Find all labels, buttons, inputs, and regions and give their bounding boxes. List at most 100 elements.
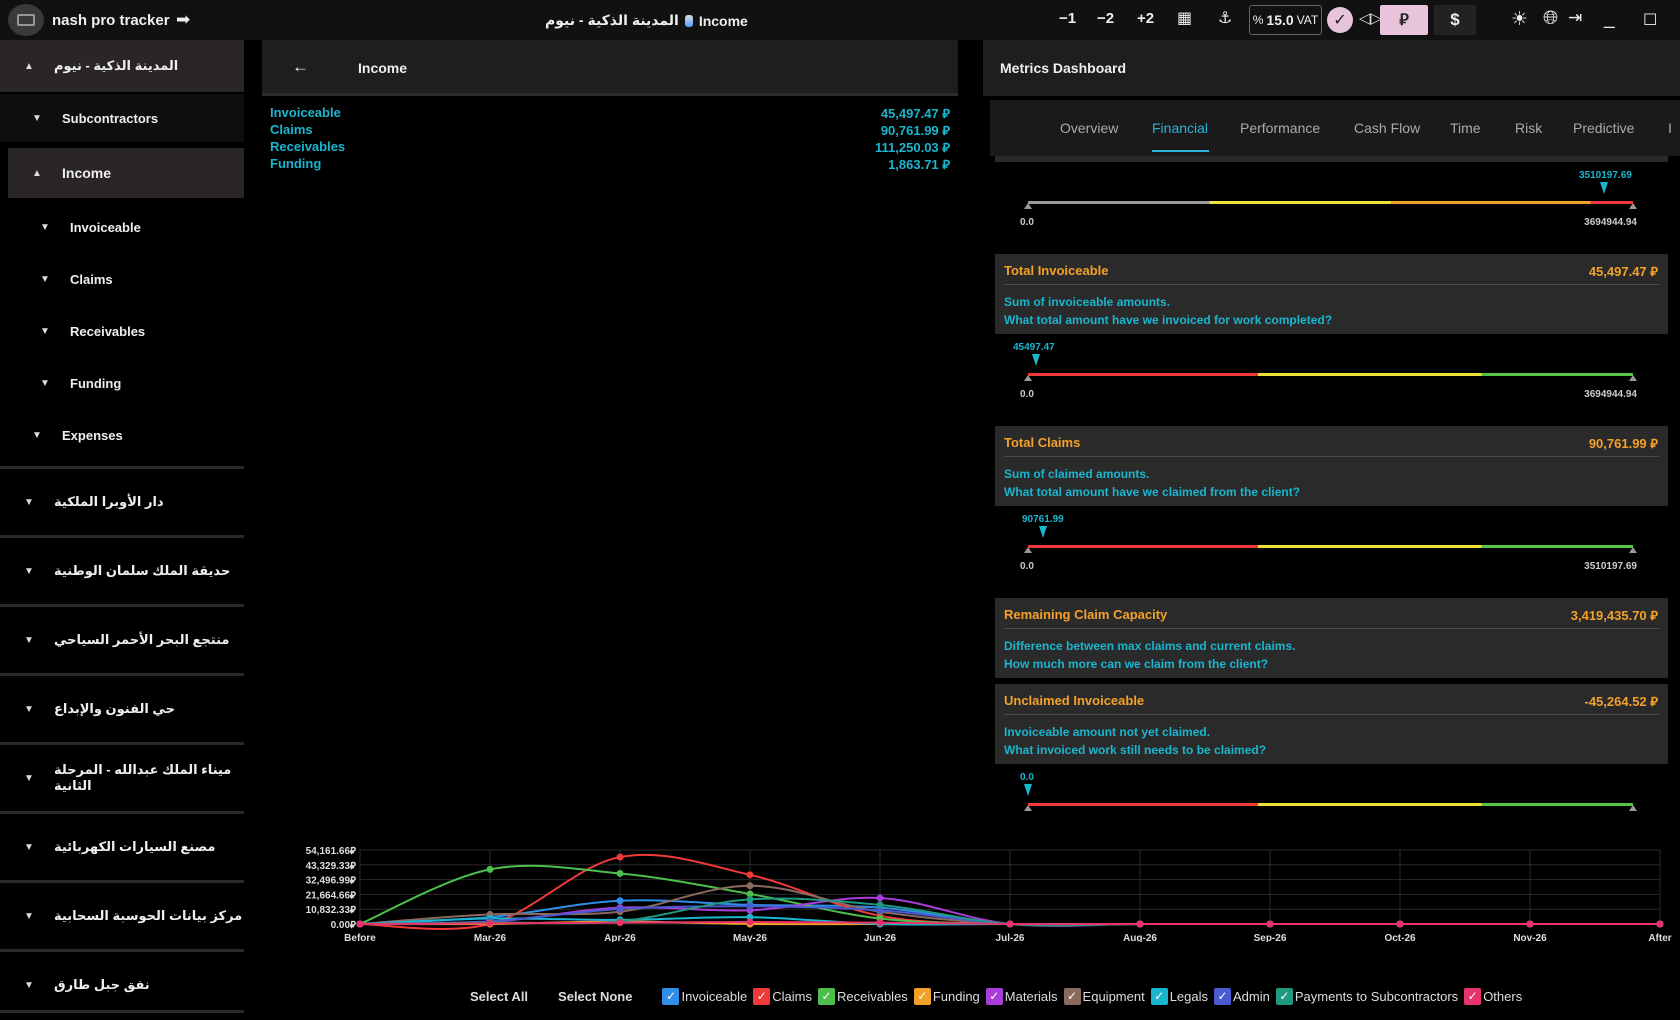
tab-financial[interactable]: Financial (1152, 120, 1208, 136)
metric-card-unclaimed-invoiceable[interactable]: Unclaimed Invoiceable -45,264.52 ⃁ Invoi… (995, 684, 1668, 764)
income-row[interactable]: Claims 90,761.99 ⃁ (270, 122, 950, 139)
back-arrow-icon[interactable]: ← (292, 57, 309, 77)
chart-point[interactable] (616, 853, 624, 861)
legend-checkbox[interactable]: ✓ (1464, 987, 1482, 1005)
language-globe-icon[interactable]: 🌐︎ (1543, 8, 1558, 30)
sidebar-item-funding[interactable]: ▼ Funding (0, 358, 244, 408)
chart-point[interactable] (746, 871, 754, 879)
chart-point[interactable] (1656, 920, 1664, 928)
chart-point[interactable] (1396, 920, 1404, 928)
currency-sar-button[interactable]: ⃁ (1380, 5, 1428, 35)
legend-checkbox[interactable]: ✓ (1150, 987, 1168, 1005)
chart-point[interactable] (876, 894, 884, 902)
chart-point[interactable] (876, 901, 884, 909)
income-row[interactable]: Funding 1,863.71 ⃁ (270, 156, 950, 173)
legend-item[interactable]: ✓ Others (1464, 987, 1522, 1005)
chart-point[interactable] (616, 869, 624, 877)
report-arrow-icon[interactable]: ➡ (176, 10, 190, 30)
tab-cash-flow[interactable]: Cash Flow (1354, 120, 1420, 136)
income-row[interactable]: Receivables 111,250.03 ⃁ (270, 139, 950, 156)
card-title: Unclaimed Invoiceable (1004, 693, 1145, 708)
check-icon[interactable]: ✓ (1327, 7, 1353, 33)
sidebar-item-invoiceable[interactable]: ▼ Invoiceable (0, 202, 244, 252)
chart-x-tick-label: Before (344, 933, 376, 942)
sidebar-item-claims[interactable]: ▼ Claims (0, 254, 244, 304)
legend-checkbox[interactable]: ✓ (1214, 987, 1232, 1005)
sidebar-item-label: Expenses (62, 427, 123, 443)
tab-more[interactable]: I (1668, 120, 1672, 136)
tab-risk[interactable]: Risk (1515, 120, 1542, 136)
chart-point[interactable] (1266, 920, 1274, 928)
legend-item[interactable]: ✓ Equipment (1063, 987, 1145, 1005)
sidebar-item-receivables[interactable]: ▼ Receivables (0, 306, 244, 356)
chart-point[interactable] (616, 897, 624, 905)
chart-point[interactable] (356, 920, 364, 928)
legend-item[interactable]: ✓ Invoiceable (662, 987, 747, 1005)
legend-item[interactable]: ✓ Receivables (817, 987, 908, 1005)
metric-card-remaining-claim-capacity[interactable]: Remaining Claim Capacity 3,419,435.70 ⃁ … (995, 598, 1668, 678)
sidebar-project[interactable]: ▼ مركز بيانات الحوسبة السحابية (0, 883, 244, 949)
plus2-button[interactable]: +2 (1137, 10, 1154, 27)
chart-point[interactable] (1006, 920, 1014, 928)
chart-point[interactable] (746, 895, 754, 903)
sidebar-active-project[interactable]: ▲ المدينة الذكية - نيوم (0, 40, 244, 92)
sidebar-project[interactable]: ▼ ميناء الملك عبدالله - المرحلة الثانية (0, 745, 244, 811)
flip-icon[interactable]: ◁▷ (1359, 9, 1382, 27)
sidebar-item-income[interactable]: ▲ Income (8, 148, 244, 198)
select-all-button[interactable]: Select All (470, 989, 528, 1004)
legend-item[interactable]: ✓ Funding (913, 987, 980, 1005)
tab-overview[interactable]: Overview (1060, 120, 1118, 136)
legend-checkbox[interactable]: ✓ (1063, 987, 1081, 1005)
legend-label: Equipment (1082, 988, 1145, 1004)
chart-point[interactable] (1526, 920, 1534, 928)
grid-icon[interactable]: ▦ (1177, 8, 1192, 28)
sidebar-project[interactable]: ▼ حديقة الملك سلمان الوطنية (0, 538, 244, 604)
legend-item[interactable]: ✓ Materials (985, 987, 1058, 1005)
sidebar-project[interactable]: ▼ دار الأوبرا الملكية (0, 469, 244, 535)
chart-point[interactable] (746, 918, 754, 926)
legend-checkbox[interactable]: ✓ (1275, 987, 1293, 1005)
legend-item[interactable]: ✓ Payments to Subcontractors (1275, 987, 1458, 1005)
legend-item[interactable]: ✓ Claims (753, 987, 812, 1005)
sidebar-project[interactable]: ▼ نفق جبل طارق (0, 952, 244, 1018)
sidebar-project[interactable]: ▼ مصنع السيارات الكهربائية (0, 814, 244, 880)
minus1-button[interactable]: −1 (1059, 10, 1076, 27)
sidebar-project[interactable]: ▼ منتجع البحر الأحمر السياحي (0, 607, 244, 673)
income-row[interactable]: Invoiceable 45,497.47 ⃁ (270, 105, 950, 122)
legend-item[interactable]: ✓ Admin (1214, 987, 1270, 1005)
legend-item[interactable]: ✓ Legals (1150, 987, 1208, 1005)
minus2-button[interactable]: −2 (1097, 10, 1114, 27)
legend-checkbox[interactable]: ✓ (985, 987, 1003, 1005)
chart-point[interactable] (1136, 920, 1144, 928)
chart-point[interactable] (876, 919, 884, 927)
card-divider (1004, 714, 1659, 715)
chart-point[interactable] (616, 919, 624, 927)
metric-card-total-invoiceable[interactable]: Total Invoiceable 45,497.47 ⃁ Sum of inv… (995, 254, 1668, 334)
theme-sun-icon[interactable]: ☀ (1511, 8, 1528, 31)
select-none-button[interactable]: Select None (558, 989, 632, 1004)
currency-usd-button[interactable]: $ (1434, 5, 1476, 35)
chart-point[interactable] (486, 865, 494, 873)
chart-point[interactable] (746, 902, 754, 910)
card-value: 45,497.47 ⃁ (1588, 264, 1658, 279)
legend-checkbox[interactable]: ✓ (662, 987, 680, 1005)
chart-point[interactable] (616, 905, 624, 913)
minimize-icon[interactable]: _ (1604, 8, 1615, 30)
sidebar-item-subcontractors[interactable]: ▼ Subcontractors (0, 94, 244, 142)
legend-checkbox[interactable]: ✓ (817, 987, 835, 1005)
vat-input[interactable]: % 15.0 VAT (1249, 5, 1322, 35)
maximize-icon[interactable]: ☐ (1643, 10, 1657, 30)
tab-performance[interactable]: Performance (1240, 120, 1320, 136)
legend-checkbox[interactable]: ✓ (753, 987, 771, 1005)
sidebar-project[interactable]: ▼ حي الفنون والإبداع (0, 676, 244, 742)
sidebar-item-expenses[interactable]: ▼ Expenses (0, 410, 244, 460)
breadcrumb-project[interactable]: المدينة الذكية - نيوم (545, 12, 679, 29)
chart-point[interactable] (746, 882, 754, 890)
logout-icon[interactable]: ⇥ (1568, 8, 1582, 28)
split-icon[interactable]: ⚓ (1218, 8, 1232, 28)
tab-time[interactable]: Time (1450, 120, 1481, 136)
metric-card-total-claims[interactable]: Total Claims 90,761.99 ⃁ Sum of claimed … (995, 426, 1668, 506)
legend-checkbox[interactable]: ✓ (913, 987, 931, 1005)
chart-point[interactable] (486, 919, 494, 927)
tab-predictive[interactable]: Predictive (1573, 120, 1634, 136)
